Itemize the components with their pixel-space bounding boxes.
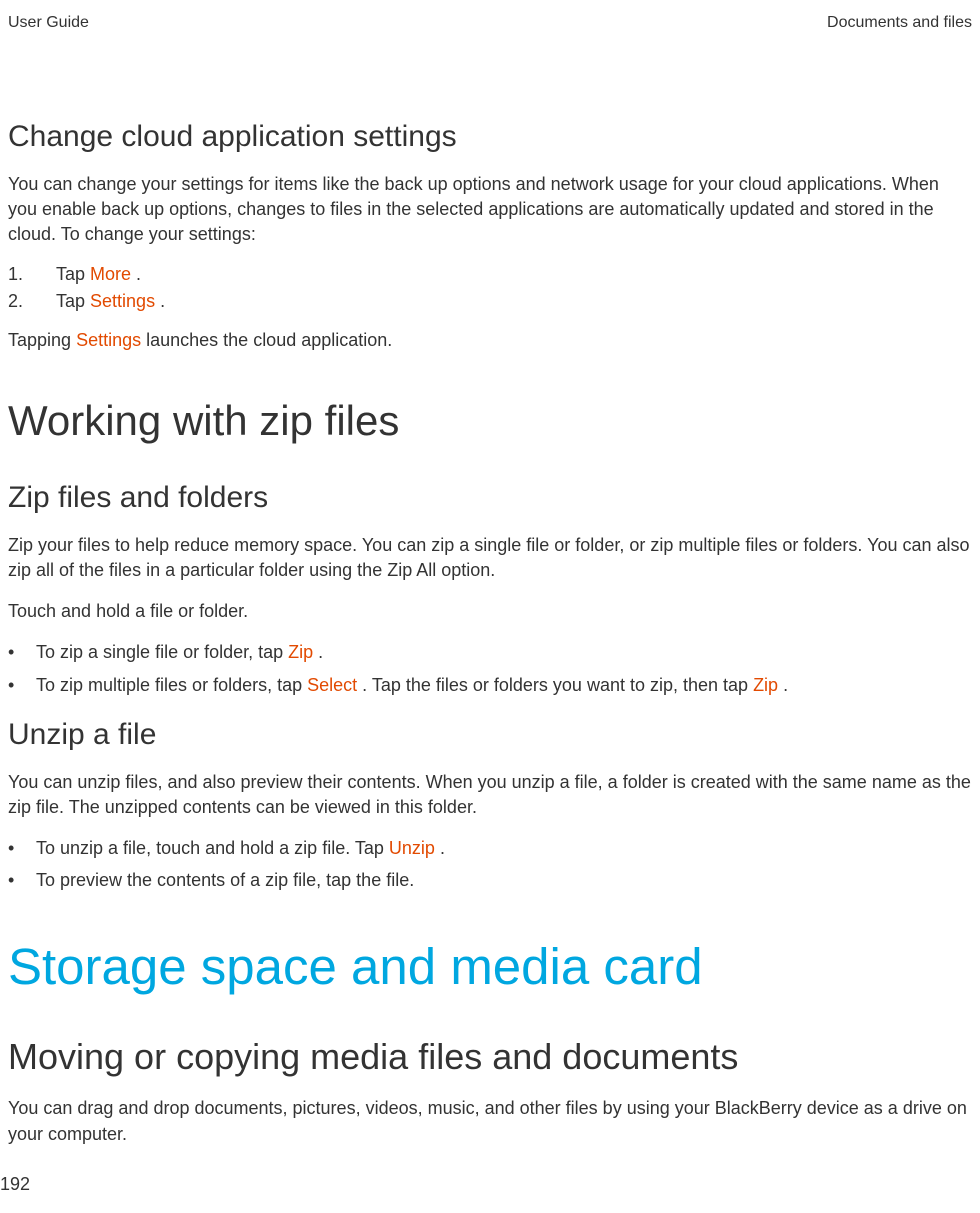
header-right: Documents and files xyxy=(827,14,972,32)
moving-copying-para1: You can drag and drop documents, picture… xyxy=(8,1096,972,1146)
zip-folders-para2: Touch and hold a file or folder. xyxy=(8,599,972,624)
list-text: To zip multiple files or folders, tap Se… xyxy=(36,673,972,698)
list-text: To zip a single file or folder, tap Zip … xyxy=(36,640,972,665)
unzip-link[interactable]: Unzip xyxy=(389,838,435,858)
list-item: 1. Tap More . xyxy=(8,264,972,285)
unzip-list: • To unzip a file, touch and hold a zip … xyxy=(8,836,972,893)
unzip-title: Unzip a file xyxy=(8,718,972,752)
unzip-para1: You can unzip files, and also preview th… xyxy=(8,770,972,820)
more-link[interactable]: More xyxy=(90,264,131,284)
section1-para1: You can change your settings for items l… xyxy=(8,172,972,248)
settings-link[interactable]: Settings xyxy=(90,291,155,311)
section3-title: Storage space and media card xyxy=(8,937,972,996)
list-text: Tap Settings . xyxy=(56,291,972,312)
list-number: 1. xyxy=(8,264,56,285)
list-text: To preview the contents of a zip file, t… xyxy=(36,868,972,893)
bullet-icon: • xyxy=(8,868,36,893)
section1-list: 1. Tap More . 2. Tap Settings . xyxy=(8,264,972,312)
page-number: 192 xyxy=(0,1174,30,1195)
settings-link-2[interactable]: Settings xyxy=(76,330,141,350)
select-link[interactable]: Select xyxy=(307,675,357,695)
page-header: User Guide Documents and files xyxy=(0,0,980,32)
header-left: User Guide xyxy=(8,14,89,32)
zip-folders-list: • To zip a single file or folder, tap Zi… xyxy=(8,640,972,697)
moving-copying-title: Moving or copying media files and docume… xyxy=(8,1036,972,1078)
zip-folders-title: Zip files and folders xyxy=(8,481,972,515)
section2-title: Working with zip files xyxy=(8,397,972,445)
list-item: • To zip a single file or folder, tap Zi… xyxy=(8,640,972,665)
section1-title: Change cloud application settings xyxy=(8,120,972,154)
list-text: To unzip a file, touch and hold a zip fi… xyxy=(36,836,972,861)
bullet-icon: • xyxy=(8,836,36,861)
zip-link[interactable]: Zip xyxy=(288,642,313,662)
list-item: • To unzip a file, touch and hold a zip … xyxy=(8,836,972,861)
list-item: • To zip multiple files or folders, tap … xyxy=(8,673,972,698)
section1-para2: Tapping Settings launches the cloud appl… xyxy=(8,328,972,353)
zip-folders-para1: Zip your files to help reduce memory spa… xyxy=(8,533,972,583)
list-number: 2. xyxy=(8,291,56,312)
list-item: 2. Tap Settings . xyxy=(8,291,972,312)
list-text: Tap More . xyxy=(56,264,972,285)
list-item: • To preview the contents of a zip file,… xyxy=(8,868,972,893)
bullet-icon: • xyxy=(8,673,36,698)
bullet-icon: • xyxy=(8,640,36,665)
page-content: Change cloud application settings You ca… xyxy=(0,120,980,1147)
zip-link-2[interactable]: Zip xyxy=(753,675,778,695)
